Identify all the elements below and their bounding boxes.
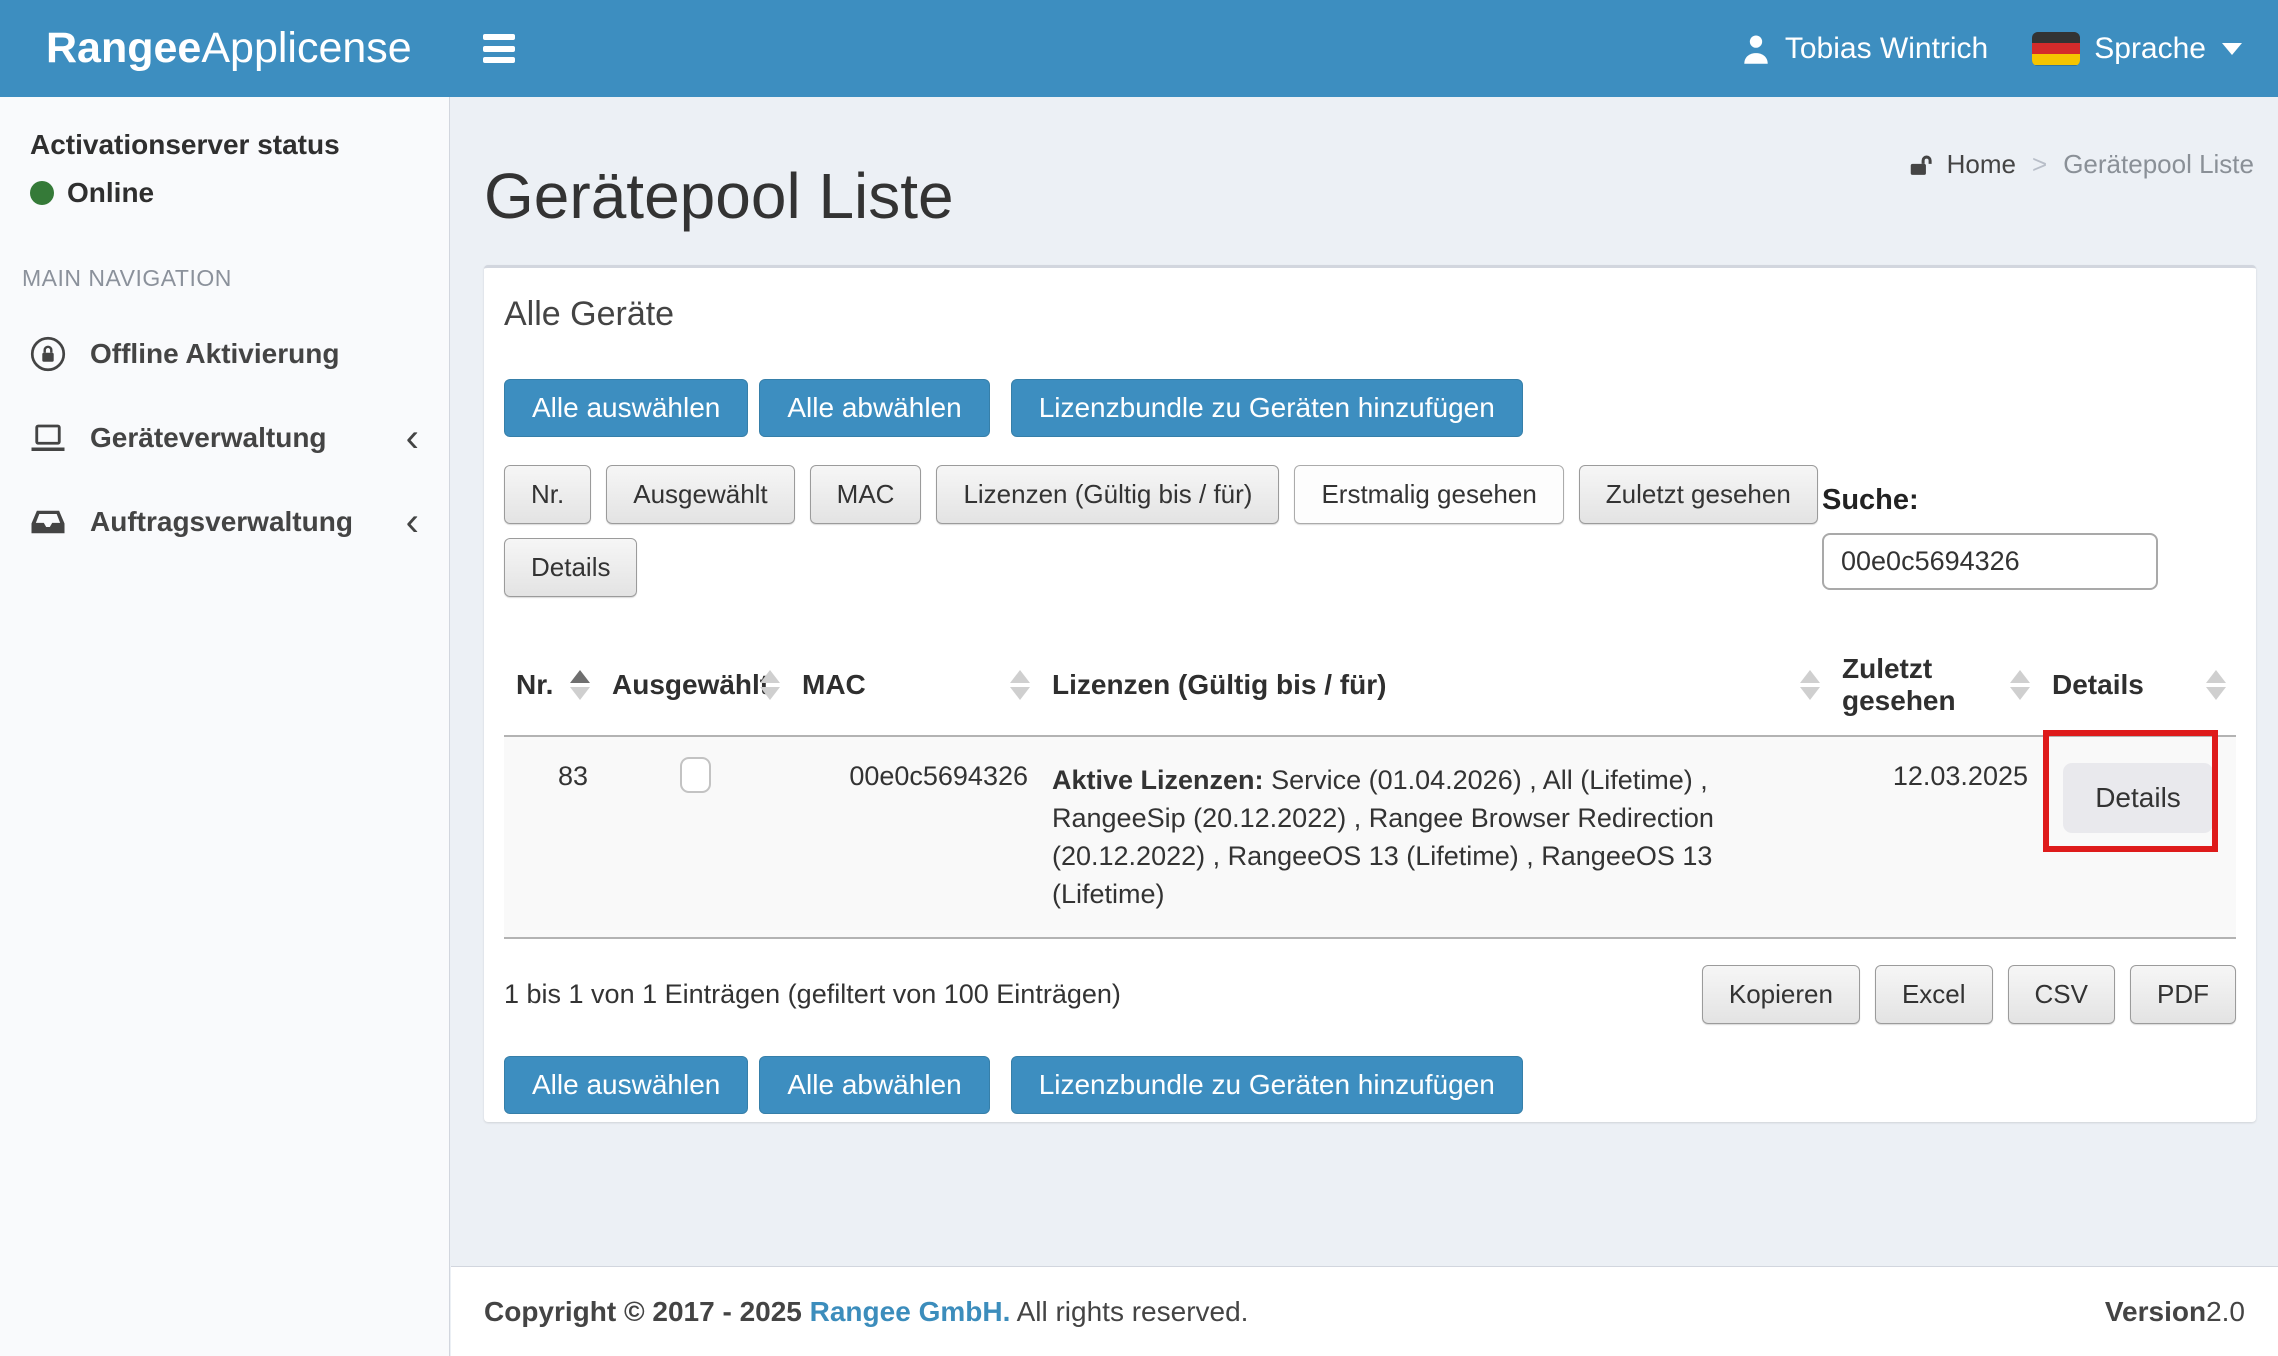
caret-down-icon: [2222, 43, 2242, 55]
copy-button[interactable]: Kopieren: [1702, 965, 1860, 1024]
user-name: Tobias Wintrich: [1785, 32, 1988, 66]
sort-icon: [2010, 670, 2030, 700]
language-label: Sprache: [2094, 32, 2206, 66]
add-license-bundle-button-bottom[interactable]: Lizenzbundle zu Geräten hinzufügen: [1011, 1056, 1523, 1114]
search-input[interactable]: [1822, 533, 2158, 590]
column-header-lizenzen[interactable]: Lizenzen (Gültig bis / für): [1040, 635, 1830, 736]
copyright-text: Copyright © 2017 - 2025 Rangee GmbH. All…: [484, 1296, 1248, 1328]
rights-text: All rights reserved.: [1017, 1296, 1249, 1327]
sidebar-item-offline-aktivierung[interactable]: Offline Aktivierung: [0, 312, 449, 396]
deselect-all-button[interactable]: Alle abwählen: [759, 379, 989, 437]
breadcrumb-current: Gerätepool Liste: [2063, 149, 2254, 180]
column-toggle-erstmalig-gesehen[interactable]: Erstmalig gesehen: [1294, 465, 1563, 524]
column-toggle-mac[interactable]: MAC: [810, 465, 922, 524]
brand-bold: Rangee: [46, 24, 201, 72]
sort-icon: [1010, 670, 1030, 700]
active-licenses-label: Aktive Lizenzen:: [1052, 765, 1264, 795]
cell-lizenzen: Aktive Lizenzen: Service (01.04.2026) , …: [1040, 736, 1830, 938]
devices-panel: Alle Geräte Alle auswählen Alle abwählen…: [484, 265, 2256, 1122]
chevron-left-icon: [406, 428, 419, 448]
sidebar-item-label: Geräteverwaltung: [90, 422, 327, 454]
status-online-label: Online: [67, 177, 154, 209]
column-toggle-lizenzen[interactable]: Lizenzen (Gültig bis / für): [936, 465, 1279, 524]
sort-asc-icon: [570, 670, 590, 700]
panel-title: Alle Geräte: [504, 295, 2236, 334]
row-details-button[interactable]: Details: [2063, 763, 2213, 833]
bulk-actions-bottom: Alle auswählen Alle abwählen Lizenzbundl…: [504, 1056, 2236, 1114]
table-info: 1 bis 1 von 1 Einträgen (gefiltert von 1…: [504, 979, 1121, 1010]
main-content: Home > Gerätepool Liste Gerätepool Liste…: [451, 97, 2278, 1356]
add-license-bundle-button[interactable]: Lizenzbundle zu Geräten hinzufügen: [1011, 379, 1523, 437]
user-menu[interactable]: Tobias Wintrich: [1741, 32, 1988, 66]
user-icon: [1741, 33, 1771, 65]
cell-ausgewaehlt: [600, 736, 790, 938]
table-footer: 1 bis 1 von 1 Einträgen (gefiltert von 1…: [504, 965, 2236, 1024]
sidebar-item-geraeteverwaltung[interactable]: Geräteverwaltung: [0, 396, 449, 480]
column-toggle-ausgewaehlt[interactable]: Ausgewählt: [606, 465, 794, 524]
cell-nr: 83: [504, 736, 600, 938]
select-all-button-bottom[interactable]: Alle auswählen: [504, 1056, 748, 1114]
cell-mac: 00e0c5694326: [790, 736, 1040, 938]
sidebar-item-label: Auftragsverwaltung: [90, 506, 353, 538]
csv-button[interactable]: CSV: [2008, 965, 2115, 1024]
activation-server-status: Online: [30, 177, 449, 209]
select-all-button[interactable]: Alle auswählen: [504, 379, 748, 437]
table-search: Suche:: [1822, 484, 2158, 590]
deselect-all-button-bottom[interactable]: Alle abwählen: [759, 1056, 989, 1114]
sort-icon: [760, 670, 780, 700]
navbar-right: Tobias Wintrich Sprache: [1741, 0, 2242, 97]
table-header-row: Nr. Ausgewählt MAC Lizenzen (Gültig: [504, 635, 2236, 736]
breadcrumb: Home > Gerätepool Liste: [1909, 149, 2254, 180]
top-navbar: RangeeApplicense Tobias Wintrich Sprache: [0, 0, 2278, 97]
chevron-left-icon: [406, 512, 419, 532]
table-row: 83 00e0c5694326 Aktive Lizenzen: Service…: [504, 736, 2236, 938]
cell-zuletzt-gesehen: 12.03.2025: [1830, 736, 2040, 938]
sort-icon: [1800, 670, 1820, 700]
breadcrumb-separator: >: [2032, 149, 2047, 180]
page-footer: Copyright © 2017 - 2025 Rangee GmbH. All…: [451, 1266, 2278, 1356]
german-flag-icon: [2032, 32, 2080, 66]
version-text: Version2.0: [2105, 1296, 2245, 1328]
sort-icon: [2206, 670, 2226, 700]
sidebar-toggle-icon[interactable]: [483, 34, 515, 63]
activation-server-status-title: Activationserver status: [30, 129, 449, 161]
breadcrumb-home-link[interactable]: Home: [1909, 149, 2016, 180]
breadcrumb-home-label: Home: [1947, 149, 2016, 180]
brand-regular: Applicense: [201, 24, 411, 72]
bulk-actions-top: Alle auswählen Alle abwählen Lizenzbundl…: [504, 379, 2236, 437]
sidebar-item-auftragsverwaltung[interactable]: Auftragsverwaltung: [0, 480, 449, 564]
copyright-years: Copyright © 2017 - 2025: [484, 1296, 802, 1327]
sidebar: Activationserver status Online MAIN NAVI…: [0, 97, 450, 1356]
status-online-dot-icon: [30, 181, 54, 205]
search-label: Suche:: [1822, 484, 2158, 517]
column-header-ausgewaehlt[interactable]: Ausgewählt: [600, 635, 790, 736]
sidebar-item-label: Offline Aktivierung: [90, 338, 339, 370]
excel-button[interactable]: Excel: [1875, 965, 1993, 1024]
laptop-icon: [30, 420, 66, 456]
language-menu[interactable]: Sprache: [2032, 32, 2242, 66]
unlock-icon: [1909, 152, 1937, 178]
brand-logo[interactable]: RangeeApplicense: [0, 0, 450, 97]
export-buttons: Kopieren Excel CSV PDF: [1702, 965, 2236, 1024]
column-toggle-zuletzt-gesehen[interactable]: Zuletzt gesehen: [1579, 465, 1818, 524]
column-header-mac[interactable]: MAC: [790, 635, 1040, 736]
inbox-icon: [30, 504, 66, 540]
column-toggle-nr[interactable]: Nr.: [504, 465, 591, 524]
company-link[interactable]: Rangee GmbH.: [810, 1296, 1011, 1327]
devices-table: Nr. Ausgewählt MAC Lizenzen (Gültig: [504, 635, 2236, 939]
lock-circle-icon: [30, 336, 66, 372]
row-select-checkbox[interactable]: [680, 757, 711, 793]
column-toggle-details[interactable]: Details: [504, 538, 637, 597]
column-header-nr[interactable]: Nr.: [504, 635, 600, 736]
cell-details: Details: [2040, 736, 2236, 938]
page-title: Gerätepool Liste: [484, 159, 954, 233]
column-header-details[interactable]: Details: [2040, 635, 2236, 736]
column-header-zuletzt-gesehen[interactable]: Zuletzt gesehen: [1830, 635, 2040, 736]
pdf-button[interactable]: PDF: [2130, 965, 2236, 1024]
main-navigation-label: MAIN NAVIGATION: [22, 265, 449, 292]
